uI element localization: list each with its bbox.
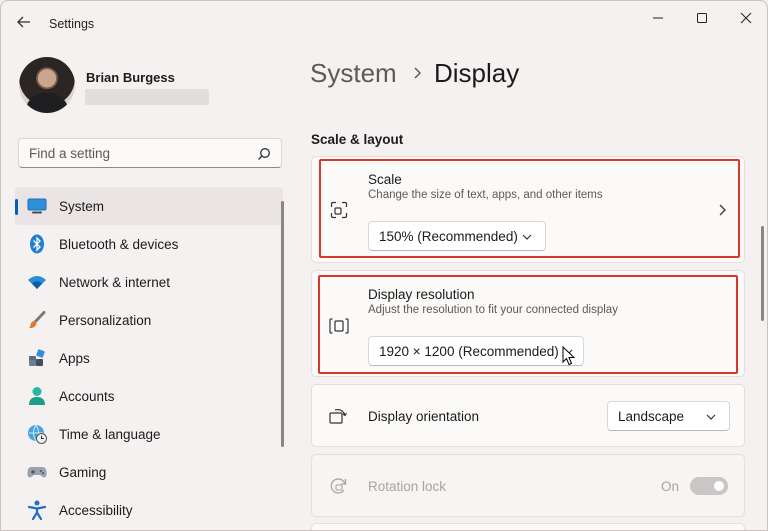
- avatar: [19, 57, 75, 113]
- window-title: Settings: [49, 17, 95, 31]
- resolution-card[interactable]: Display resolution Adjust the resolution…: [311, 270, 745, 377]
- sidebar-item-label: Time & language: [59, 427, 161, 442]
- chevron-down-icon: [522, 234, 532, 240]
- scale-title: Scale: [368, 172, 402, 187]
- sidebar-item-gaming[interactable]: Gaming: [15, 453, 283, 491]
- title-bar: Settings: [1, 1, 767, 41]
- resolution-dropdown[interactable]: 1920 × 1200 (Recommended): [368, 336, 584, 366]
- back-button[interactable]: [13, 11, 35, 33]
- main-scrollbar[interactable]: [761, 226, 764, 321]
- system-icon: [27, 196, 47, 216]
- apps-icon: [27, 348, 47, 368]
- scale-card[interactable]: Scale Change the size of text, apps, and…: [311, 156, 745, 263]
- orientation-value: Landscape: [618, 409, 685, 424]
- scale-dropdown[interactable]: 150% (Recommended): [368, 221, 546, 251]
- resolution-value: 1920 × 1200 (Recommended): [379, 344, 559, 359]
- scale-value: 150% (Recommended): [379, 229, 518, 244]
- rotation-lock-card: Rotation lock On: [311, 454, 745, 517]
- sidebar-item-label: Bluetooth & devices: [59, 237, 179, 252]
- next-setting-card: [311, 523, 745, 530]
- scale-description: Change the size of text, apps, and other…: [368, 189, 603, 201]
- accessibility-icon: [27, 500, 47, 520]
- resolution-description: Adjust the resolution to fit your connec…: [368, 304, 618, 316]
- breadcrumb-parent[interactable]: System: [310, 58, 397, 89]
- chevron-right-icon[interactable]: [716, 203, 728, 217]
- close-icon: [740, 12, 752, 24]
- minimize-button[interactable]: [635, 7, 681, 29]
- maximize-icon: [697, 13, 707, 23]
- back-arrow-icon: [17, 16, 30, 28]
- resolution-title: Display resolution: [368, 287, 475, 302]
- sidebar-item-bluetooth[interactable]: Bluetooth & devices: [15, 225, 283, 263]
- sidebar-item-personalization[interactable]: Personalization: [15, 301, 283, 339]
- sidebar-item-network[interactable]: Network & internet: [15, 263, 283, 301]
- maximize-button[interactable]: [679, 7, 725, 29]
- controller-icon: [27, 462, 47, 482]
- rotation-lock-state: On: [661, 479, 680, 494]
- globe-clock-icon: [27, 424, 47, 444]
- chevron-down-icon: [706, 414, 716, 420]
- bluetooth-icon: [27, 234, 47, 254]
- sidebar-scrollbar[interactable]: [281, 201, 284, 447]
- rotation-lock-toggle[interactable]: [690, 477, 728, 495]
- section-title: Scale & layout: [311, 132, 404, 147]
- active-indicator: [15, 199, 18, 215]
- resolution-icon: [329, 316, 349, 336]
- account-icon: [27, 386, 47, 406]
- sidebar-item-label: Accessibility: [59, 503, 133, 518]
- orientation-card: Display orientation Landscape: [311, 384, 745, 447]
- orientation-title: Display orientation: [368, 409, 480, 424]
- sidebar-item-accessibility[interactable]: Accessibility: [15, 491, 283, 529]
- brush-icon: [27, 310, 47, 330]
- sidebar-item-system[interactable]: System: [15, 187, 283, 225]
- sidebar-item-label: Personalization: [59, 313, 152, 328]
- sidebar-item-time-language[interactable]: Time & language: [15, 415, 283, 453]
- toggle-knob: [714, 481, 724, 491]
- search-placeholder: Find a setting: [29, 146, 111, 161]
- sidebar-item-apps[interactable]: Apps: [15, 339, 283, 377]
- orientation-dropdown[interactable]: Landscape: [607, 401, 730, 431]
- sidebar-nav: System Bluetooth & devices Network & int…: [15, 187, 283, 529]
- sidebar-item-accounts[interactable]: Accounts: [15, 377, 283, 415]
- wifi-icon: [27, 272, 47, 292]
- sidebar-item-label: Gaming: [59, 465, 107, 480]
- rotation-lock-icon: [329, 476, 349, 496]
- mouse-cursor-icon: [562, 346, 576, 366]
- search-input[interactable]: Find a setting: [18, 138, 282, 168]
- scale-icon: [329, 200, 349, 220]
- orientation-icon: [329, 406, 349, 426]
- page-title: Display: [434, 58, 520, 88]
- profile-name: Brian Burgess: [86, 70, 175, 85]
- search-icon: [258, 148, 270, 160]
- close-button[interactable]: [723, 7, 767, 29]
- sidebar-item-label: Apps: [59, 351, 90, 366]
- sidebar-item-label: Accounts: [59, 389, 115, 404]
- sidebar-item-label: System: [59, 199, 105, 214]
- profile-email-redacted: [85, 89, 209, 105]
- minimize-icon: [653, 17, 663, 19]
- chevron-right-icon: [414, 67, 421, 79]
- settings-window: Settings Brian Burgess Find a setting Sy…: [0, 0, 768, 531]
- rotation-lock-title: Rotation lock: [368, 479, 447, 494]
- sidebar-item-label: Network & internet: [59, 275, 171, 290]
